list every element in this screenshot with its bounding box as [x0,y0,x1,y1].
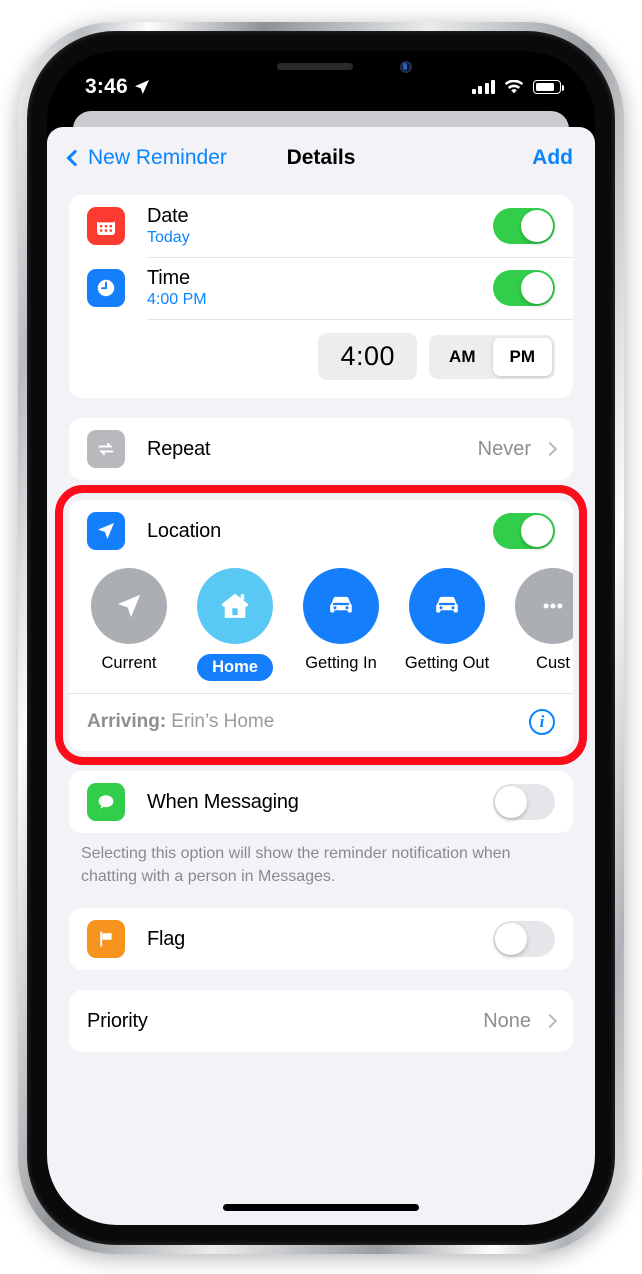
when-messaging-title: When Messaging [147,790,299,813]
earpiece-speaker-icon [276,63,353,70]
phone-bezel: 3:46 New Reminder Details Add Date Today… [27,31,615,1245]
priority-row-title: Priority [87,1009,148,1032]
flag-card: Flag [69,908,573,971]
phone-screen: 3:46 New Reminder Details Add Date Today… [47,51,595,1225]
location-option-getting-in[interactable]: Getting In [299,568,383,681]
when-messaging-toggle[interactable] [493,784,555,820]
time-row-title: Time [147,267,190,289]
location-section: Location Current Home Getting In Getting… [55,485,587,765]
location-card: Location Current Home Getting In Getting… [69,500,573,751]
priority-row-text: Priority [87,1010,483,1033]
status-bar-time: 3:46 [85,75,128,98]
when-messaging-row[interactable]: When Messaging [69,771,573,833]
add-button[interactable]: Add [532,146,573,170]
location-option-current[interactable]: Current [87,568,171,681]
house-icon [197,568,273,644]
home-indicator[interactable] [223,1204,419,1211]
car-icon [409,568,485,644]
repeat-row-text: Repeat [147,438,478,461]
message-bubble-icon [87,783,125,821]
flag-row-title: Flag [147,927,186,950]
chevron-right-icon [542,441,558,457]
details-sheet: New Reminder Details Add Date Today Time… [47,127,595,1225]
location-option-getting-out[interactable]: Getting Out [405,568,489,681]
time-toggle[interactable] [493,270,555,306]
priority-card: Priority None [69,990,573,1053]
location-option-label: Getting Out [404,654,490,672]
date-row-subtitle[interactable]: Today [147,229,493,247]
messaging-card: When Messaging [69,771,573,833]
navigation-bar: New Reminder Details Add [47,127,595,189]
date-toggle[interactable] [493,208,555,244]
back-button-label: New Reminder [88,146,227,169]
date-row[interactable]: Date Today [69,195,573,257]
chevron-right-icon [542,1014,558,1029]
wifi-icon [504,79,524,93]
priority-row[interactable]: Priority None [69,990,573,1052]
location-options-scroller[interactable]: Current Home Getting In Getting Out Cust [69,562,573,693]
time-row[interactable]: Time 4:00 PM [69,257,573,319]
time-picker-row: 4:00 AM PM [69,319,573,398]
notch [212,51,430,85]
messaging-footnote: Selecting this option will show the remi… [81,845,511,885]
battery-icon [533,80,565,94]
repeat-row-title: Repeat [147,437,211,460]
location-option-custom[interactable]: Cust [511,568,573,681]
flag-row[interactable]: Flag [69,908,573,970]
chevron-left-icon [66,149,84,167]
location-toggle[interactable] [493,513,555,549]
arriving-label: Arriving: [87,711,167,732]
flag-toggle[interactable] [493,921,555,958]
time-input[interactable]: 4:00 [318,333,418,380]
date-row-text: Date Today [147,205,493,247]
time-row-subtitle[interactable]: 4:00 PM [147,291,493,309]
priority-row-value: None [483,1009,531,1032]
phone-frame: 3:46 New Reminder Details Add Date Today… [18,22,624,1254]
flag-icon [87,920,125,959]
status-bar-time-group: 3:46 [85,75,150,99]
date-time-card: Date Today Time 4:00 PM 4:00 AM PM [69,195,573,398]
location-arrow-icon [87,512,125,550]
arriving-value: Erin’s Home [171,711,275,732]
repeat-row-value: Never [477,437,531,460]
am-pm-segmented-control: AM PM [429,334,555,379]
clock-icon [87,269,125,307]
am-segment[interactable]: AM [432,338,492,376]
flag-row-text: Flag [147,928,493,951]
location-option-label: Current [101,654,157,672]
location-option-label: Getting In [305,654,377,672]
ellipsis-icon [515,568,573,644]
cellular-signal-icon [471,80,495,94]
location-arrow-icon [91,568,167,644]
car-icon [303,568,379,644]
location-arrow-icon [134,80,149,94]
info-circle-icon[interactable]: i [529,709,555,735]
location-row-title: Location [147,519,222,542]
date-row-title: Date [147,205,189,227]
when-messaging-text: When Messaging [147,791,493,814]
settings-content: Date Today Time 4:00 PM 4:00 AM PM Repea… [47,189,595,1225]
calendar-icon [87,207,125,245]
location-row-text: Location [147,520,493,543]
back-button[interactable]: New Reminder [66,146,227,170]
front-camera-icon [400,61,412,73]
location-row[interactable]: Location [69,500,573,562]
screenshot-stage: 3:46 New Reminder Details Add Date Today… [0,0,642,1274]
location-option-label: Home [197,654,273,681]
arriving-row[interactable]: Arriving: Erin’s Home i [69,693,573,751]
pm-segment[interactable]: PM [492,337,552,376]
repeat-row[interactable]: Repeat Never [69,418,573,480]
time-row-text: Time 4:00 PM [147,267,493,309]
location-option-label: Cust [536,654,570,672]
location-option-home[interactable]: Home [193,568,277,681]
repeat-icon [87,430,125,468]
status-bar-indicators [471,79,565,95]
repeat-card: Repeat Never [69,418,573,480]
